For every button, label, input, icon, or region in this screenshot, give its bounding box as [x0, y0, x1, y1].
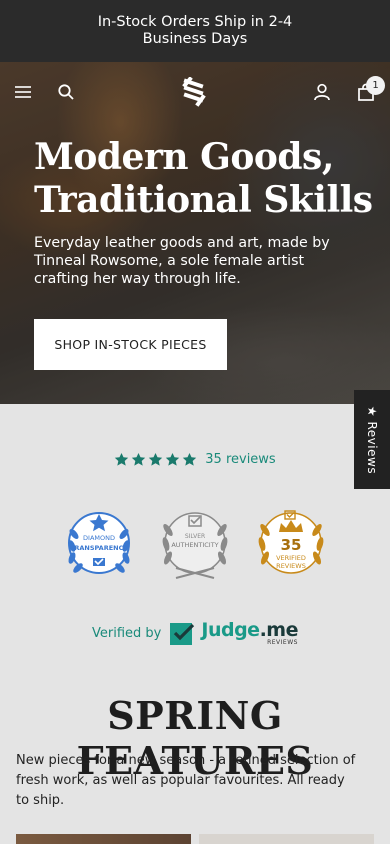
hero-banner: 1 Modern Goods, Traditional Skills Every…	[0, 62, 390, 404]
judgeme-brand-a: Judge	[201, 618, 260, 641]
brand-logo[interactable]	[179, 76, 209, 108]
user-icon[interactable]	[308, 78, 336, 106]
judgeme-logo: Judge.me REVIEWS	[169, 620, 298, 646]
reviews-side-tab[interactable]: ★ Reviews	[354, 390, 390, 489]
search-icon[interactable]	[52, 78, 80, 106]
announcement-text: In-Stock Orders Ship in 2-4 Business Day…	[97, 14, 293, 47]
diamond-line2: TRANSPARENCY	[70, 544, 128, 552]
product-card[interactable]	[199, 834, 374, 844]
verified-line2: REVIEWS	[276, 562, 306, 570]
diamond-line1: DIAMOND	[83, 534, 115, 542]
verified-by-judgeme[interactable]: Verified by Judge.me REVIEWS	[0, 620, 390, 646]
product-card[interactable]	[16, 834, 191, 844]
shop-in-stock-button[interactable]: SHOP IN-STOCK PIECES	[34, 319, 227, 370]
star-icon	[183, 452, 197, 466]
cart-count-badge: 1	[366, 76, 385, 95]
announcement-bar: In-Stock Orders Ship in 2-4 Business Day…	[0, 0, 390, 62]
silver-line2: AUTHENTICITY	[171, 541, 218, 549]
silver-line1: SILVER	[185, 533, 205, 540]
judgeme-brand-b: .me	[259, 618, 299, 641]
hero-subtitle: Everyday leather goods and art, made by …	[34, 235, 330, 287]
silver-authenticity-badge[interactable]: SILVER AUTHENTICITY	[154, 502, 236, 584]
judgeme-sub: REVIEWS	[267, 638, 298, 646]
rating-summary[interactable]: 35 reviews	[0, 452, 390, 467]
hero-title: Modern Goods, Traditional Skills	[34, 136, 373, 221]
reviews-tab-label: ★ Reviews	[365, 405, 380, 474]
verified-count: 35	[281, 536, 302, 554]
star-icon	[115, 452, 129, 466]
star-rating	[114, 452, 197, 467]
star-icon	[166, 452, 180, 466]
review-count: 35 reviews	[205, 452, 276, 467]
judgeme-check-icon	[170, 623, 195, 645]
section-description: New pieces for a new season - a refined …	[16, 753, 356, 808]
star-icon	[149, 452, 163, 466]
menu-icon[interactable]	[9, 78, 37, 106]
verified-by-label: Verified by	[92, 625, 162, 641]
star-icon	[132, 452, 146, 466]
verified-line1: VERIFIED	[276, 554, 306, 562]
diamond-transparency-badge[interactable]: DIAMOND TRANSPARENCY	[58, 502, 140, 584]
verified-reviews-badge[interactable]: 35 VERIFIED REVIEWS	[250, 502, 332, 584]
